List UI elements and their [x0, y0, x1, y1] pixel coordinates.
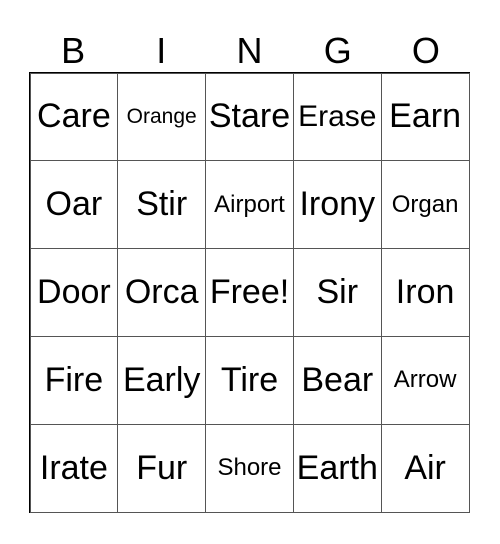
bingo-grid: Care Orange Stare Erase Earn Oar Stir Ai…: [29, 72, 470, 513]
bingo-cell[interactable]: Stir: [117, 160, 207, 250]
bingo-cell[interactable]: Fire: [29, 335, 119, 425]
bingo-cell[interactable]: Fur: [117, 423, 207, 513]
bingo-cell[interactable]: Orca: [117, 248, 207, 337]
header-letter-i: I: [156, 30, 167, 71]
bingo-cell[interactable]: Oar: [29, 160, 119, 250]
bingo-cell[interactable]: Iron: [380, 248, 470, 337]
bingo-cell[interactable]: Airport: [205, 160, 294, 250]
bingo-cell[interactable]: Sir: [292, 248, 382, 337]
bingo-cell[interactable]: Shore: [205, 423, 294, 513]
bingo-cell[interactable]: Earth: [292, 423, 382, 513]
header-letter-n: N: [236, 30, 263, 71]
bingo-cell[interactable]: Erase: [292, 72, 382, 162]
bingo-cell[interactable]: Air: [380, 423, 470, 513]
bingo-cell[interactable]: Bear: [292, 335, 382, 425]
bingo-cell[interactable]: Arrow: [380, 335, 470, 425]
bingo-header: B I N G O: [29, 30, 470, 72]
bingo-cell[interactable]: Tire: [205, 335, 294, 425]
bingo-cell[interactable]: Orange: [117, 72, 207, 162]
bingo-cell[interactable]: Stare: [205, 72, 294, 162]
header-letter-g: G: [323, 30, 352, 71]
bingo-cell[interactable]: Earn: [380, 72, 470, 162]
bingo-cell[interactable]: Irate: [29, 423, 119, 513]
bingo-cell[interactable]: Care: [29, 72, 119, 162]
bingo-cell[interactable]: Irony: [292, 160, 382, 250]
header-letter-o: O: [411, 30, 440, 71]
header-letter-b: B: [61, 30, 86, 71]
bingo-cell[interactable]: Door: [29, 248, 119, 337]
bingo-cell[interactable]: Early: [117, 335, 207, 425]
free-space-cell[interactable]: Free!: [205, 248, 294, 337]
bingo-cell[interactable]: Organ: [380, 160, 470, 250]
